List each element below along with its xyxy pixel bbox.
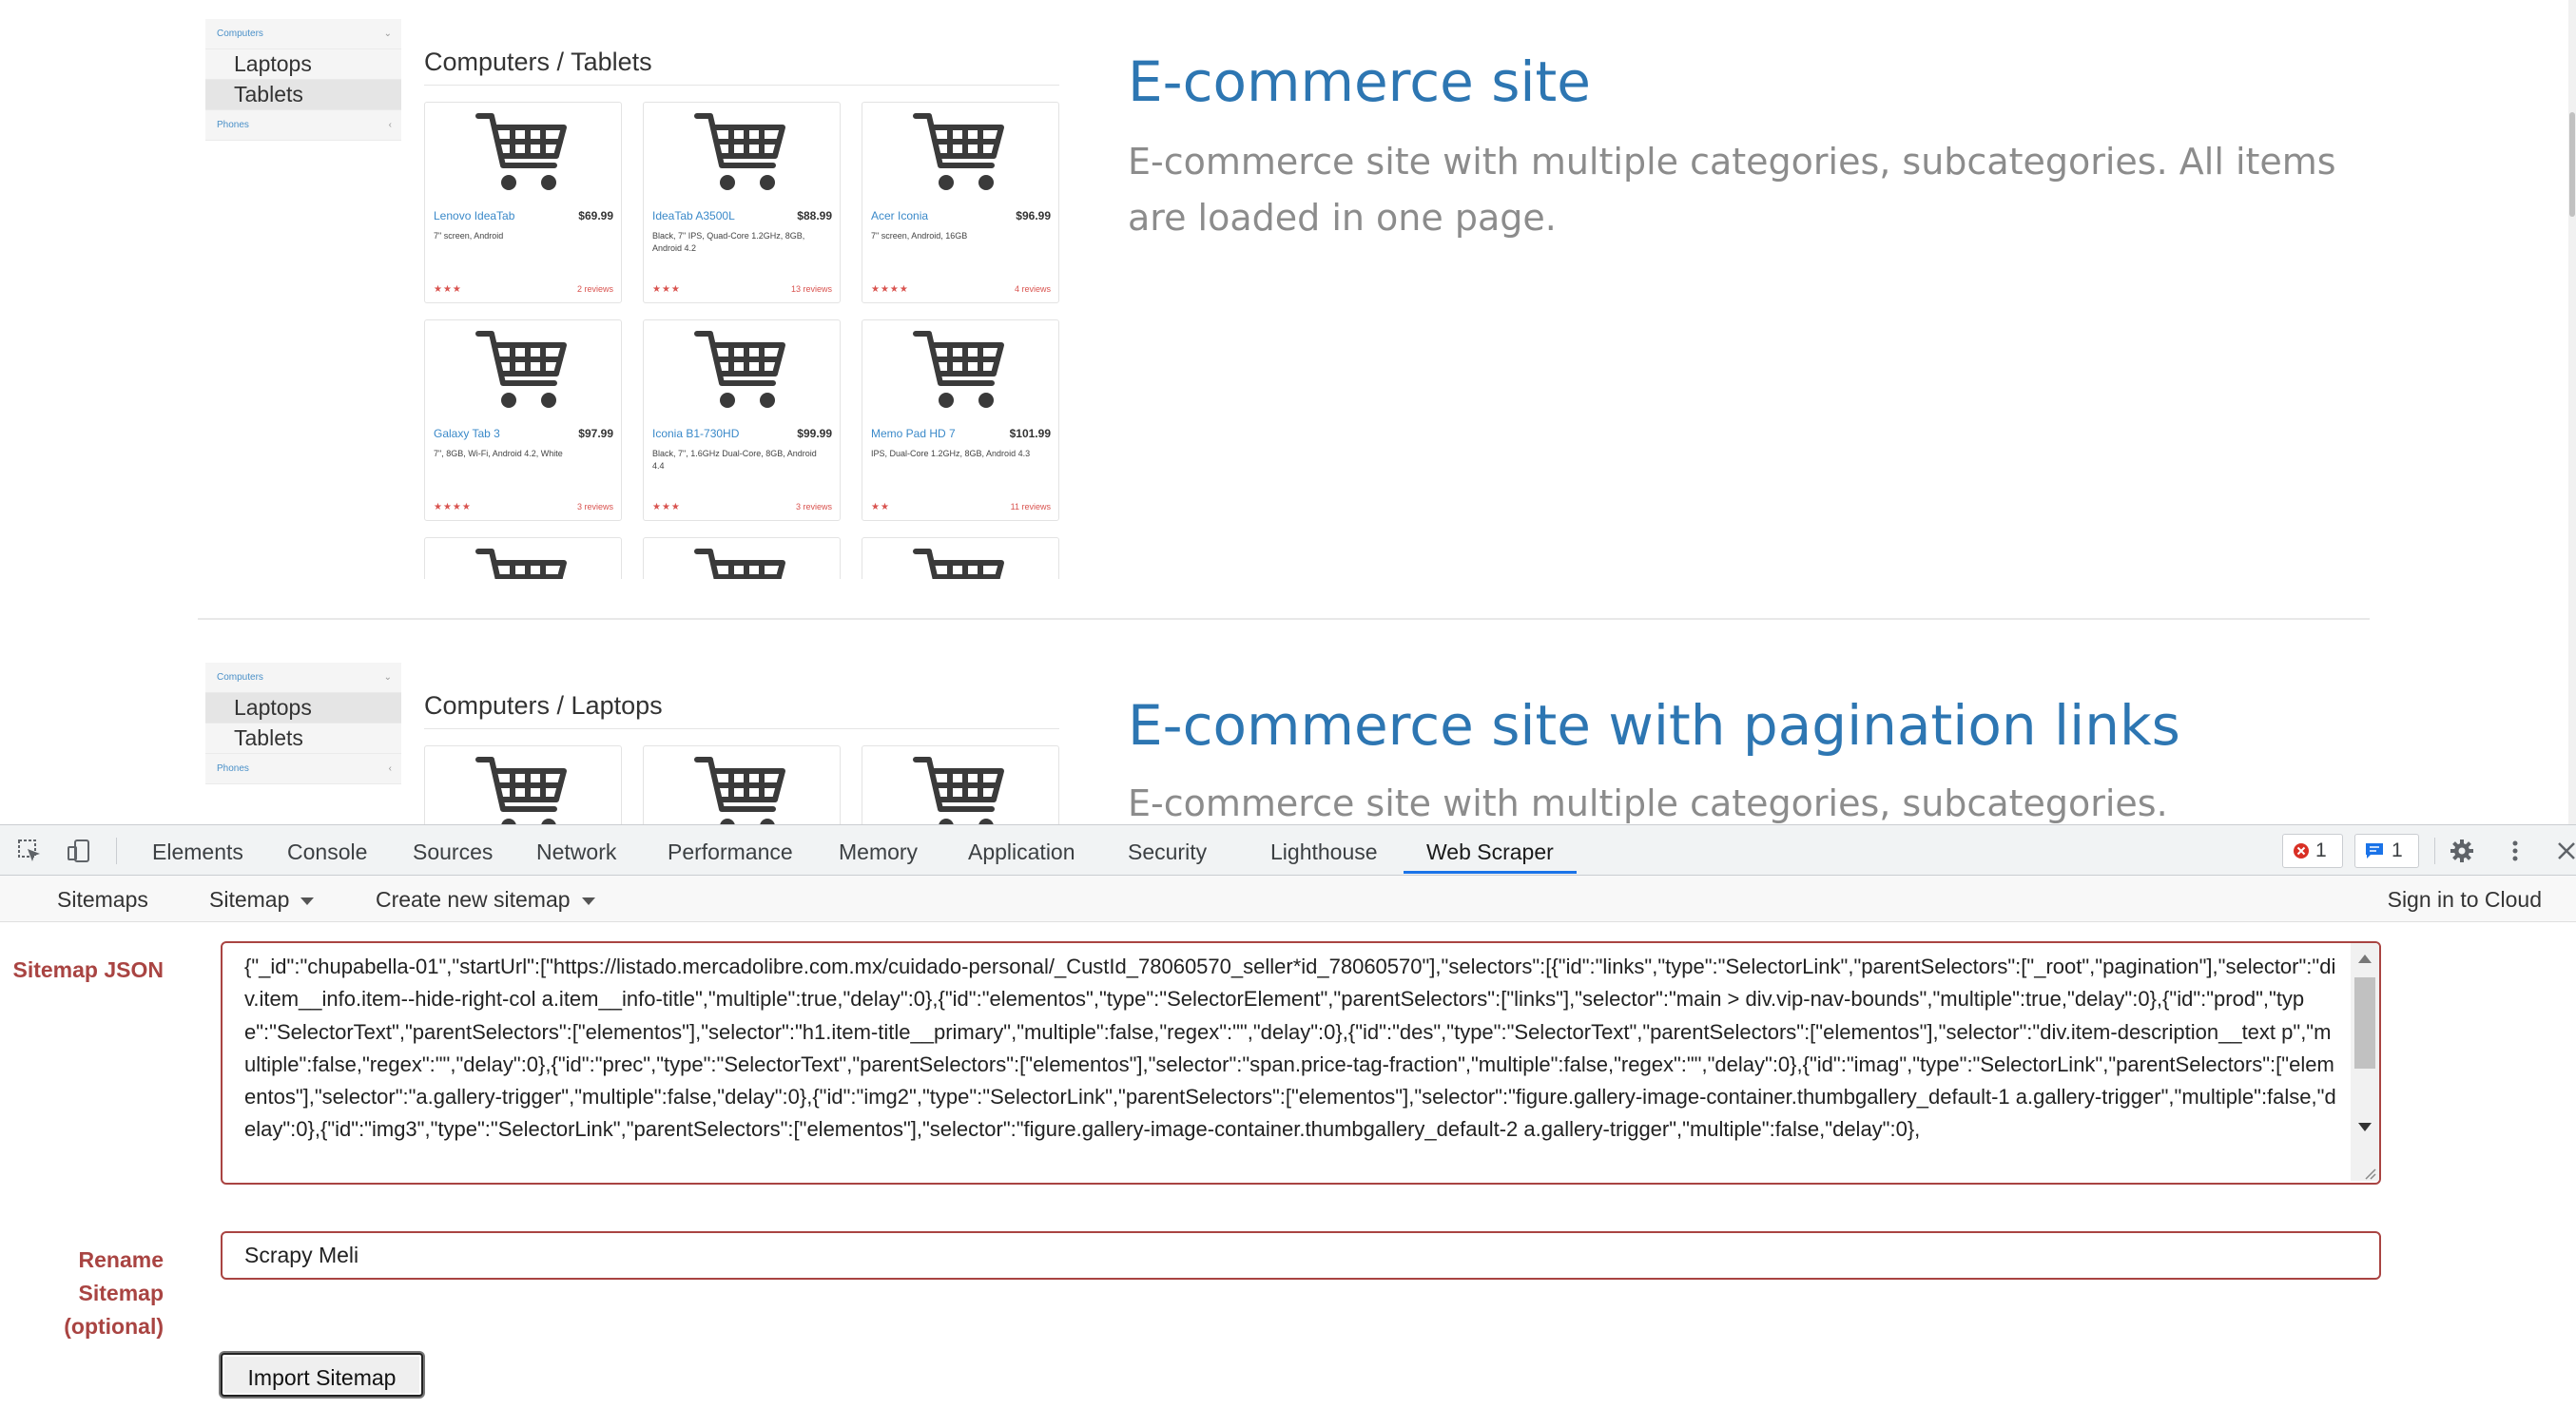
- tab-elements[interactable]: Elements: [152, 825, 243, 875]
- product-grid-clip: [0, 0, 1141, 579]
- textarea-scrollbar-thumb[interactable]: [2354, 977, 2375, 1069]
- rename-label-line: Rename: [78, 1247, 164, 1272]
- page-scrollbar[interactable]: [2568, 0, 2576, 824]
- tab-memory[interactable]: Memory: [839, 825, 918, 875]
- web-scraper-nav: Sitemaps Sitemap Create new sitemap Sign…: [0, 876, 2576, 922]
- message-count: 1: [2392, 839, 2403, 861]
- product-card: [862, 745, 1059, 824]
- nav-create-label: Create new sitemap: [376, 887, 571, 912]
- tab-web-scraper[interactable]: Web Scraper: [1426, 825, 1554, 875]
- error-count: 1: [2315, 839, 2327, 861]
- product-card: [862, 537, 1059, 579]
- product-card: [643, 537, 841, 579]
- thumbnail-sidebar: Computers ⌄ Laptops Tablets Phones ‹: [205, 663, 401, 784]
- tab-lighthouse[interactable]: Lighthouse: [1270, 825, 1378, 875]
- active-tab-indicator: [1404, 871, 1577, 874]
- devtools-tabbar: Elements Console Sources Network Performance…: [0, 825, 2576, 876]
- site-description: E-commerce site with multiple categories…: [1128, 141, 2336, 239]
- settings-gear-icon[interactable]: [2450, 839, 2474, 863]
- tab-performance[interactable]: Performance: [668, 825, 793, 875]
- shopping-cart-icon: [913, 549, 1004, 579]
- thumbnail-sidebar-label: Computers: [217, 672, 263, 683]
- nav-sitemap-label: Sitemap: [209, 887, 290, 912]
- product-card: [424, 745, 622, 824]
- error-counter[interactable]: 1: [2282, 834, 2343, 868]
- website-viewport: Computers ⌄ Laptops Tablets Phones ‹ Computer…: [0, 0, 2576, 824]
- rename-label-line: (optional): [64, 1314, 164, 1339]
- nav-create-sitemap-dropdown[interactable]: Create new sitemap: [376, 876, 595, 923]
- thumbnail-sidebar-label: Phones: [217, 763, 249, 774]
- chevron-icon: ‹: [388, 763, 392, 774]
- scroll-up-arrow-icon[interactable]: [2358, 955, 2372, 963]
- thumbnail-sidebar-label: Laptops: [234, 695, 312, 720]
- shopping-cart-icon: [694, 549, 785, 579]
- chevron-down-icon: [300, 897, 315, 905]
- site-link-ecommerce[interactable]: E-commerce site: [1128, 49, 1591, 114]
- site-description: E-commerce site with multiple categories…: [1128, 782, 2168, 824]
- resize-grip-icon[interactable]: [2363, 1167, 2376, 1180]
- thumbnail-sidebar-label: Tablets: [234, 725, 303, 750]
- tab-security[interactable]: Security: [1128, 825, 1207, 875]
- message-icon: [2366, 843, 2383, 859]
- sitemap-json-content[interactable]: {"_id":"chupabella-01","startUrl":["http…: [244, 951, 2336, 1147]
- nav-sign-in-cloud[interactable]: Sign in to Cloud: [2388, 876, 2542, 923]
- error-icon: [2294, 843, 2309, 859]
- site-link-ecommerce-pagination[interactable]: E-commerce site with pagination links: [1128, 693, 2180, 758]
- rename-sitemap-input[interactable]: Scrapy Meli: [221, 1231, 2381, 1280]
- toolbar-separator: [2434, 838, 2435, 864]
- rename-label-line: Sitemap: [78, 1281, 164, 1305]
- shopping-cart-icon: [694, 757, 785, 824]
- chevron-down-icon: [581, 897, 595, 905]
- sitemap-json-label: Sitemap JSON: [12, 957, 165, 982]
- sitemap-json-textarea[interactable]: {"_id":"chupabella-01","startUrl":["http…: [221, 941, 2381, 1185]
- import-sitemap-button[interactable]: Import Sitemap: [221, 1353, 423, 1397]
- nav-sitemaps[interactable]: Sitemaps: [57, 876, 148, 923]
- tab-network[interactable]: Network: [536, 825, 616, 875]
- more-options-icon[interactable]: [2503, 839, 2528, 863]
- tab-application[interactable]: Application: [968, 825, 1075, 875]
- toolbar-separator: [116, 838, 117, 864]
- thumbnail-sidebar-item: Phones ‹: [205, 754, 401, 784]
- device-toolbar-icon[interactable]: [67, 839, 91, 863]
- devtools-panel: Elements Console Sources Network Performance…: [0, 824, 2576, 1428]
- shopping-cart-icon: [475, 757, 567, 824]
- thumbnail-sidebar-item: Tablets: [205, 724, 401, 754]
- inspect-element-icon[interactable]: [17, 839, 42, 863]
- rename-sitemap-label: Rename Sitemap (optional): [0, 1244, 164, 1343]
- scroll-down-arrow-icon[interactable]: [2358, 1123, 2372, 1131]
- message-counter[interactable]: 1: [2354, 834, 2419, 868]
- shopping-cart-icon: [913, 757, 1004, 824]
- tab-console[interactable]: Console: [287, 825, 367, 875]
- thumbnail-heading: Computers / Laptops: [424, 691, 663, 720]
- thumbnail-divider: [424, 728, 1059, 729]
- section-divider: [198, 618, 2370, 620]
- close-icon[interactable]: [2554, 839, 2576, 863]
- product-card: [424, 537, 622, 579]
- chevron-icon: ⌄: [383, 672, 392, 683]
- tab-sources[interactable]: Sources: [413, 825, 493, 875]
- shopping-cart-icon: [475, 549, 567, 579]
- nav-sitemap-dropdown[interactable]: Sitemap: [209, 876, 315, 923]
- page-scrollbar-thumb[interactable]: [2569, 112, 2575, 217]
- textarea-scrollbar[interactable]: [2351, 943, 2379, 1181]
- thumbnail-sidebar-item: Laptops: [205, 693, 401, 724]
- thumbnail-sidebar-item: Computers ⌄: [205, 663, 401, 693]
- product-card: [643, 745, 841, 824]
- rename-sitemap-value[interactable]: Scrapy Meli: [244, 1233, 358, 1278]
